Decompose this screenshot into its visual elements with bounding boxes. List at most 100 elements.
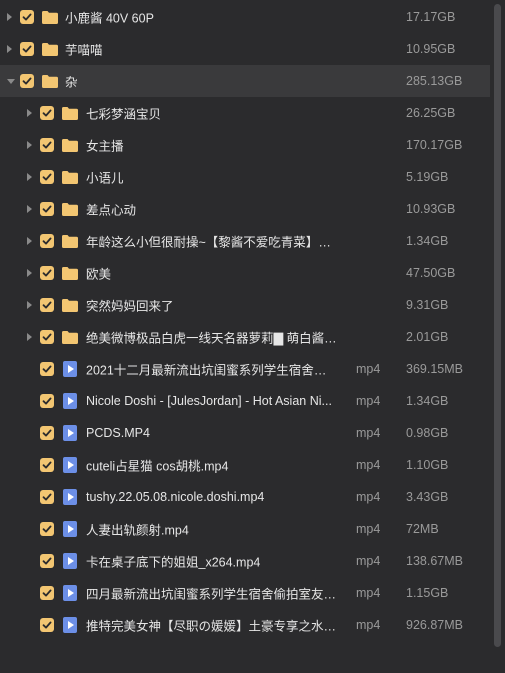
item-size: 10.93GB xyxy=(406,202,456,216)
folder-row[interactable]: 小鹿酱 40V 60P 17.17GB xyxy=(0,1,490,33)
item-name: PCDS.MP4 xyxy=(86,426,150,440)
checkbox[interactable] xyxy=(40,554,54,568)
item-size: 5.19GB xyxy=(406,170,449,184)
caret-right-icon[interactable] xyxy=(27,269,32,277)
checkmark-icon xyxy=(42,269,52,277)
checkmark-icon xyxy=(42,365,52,373)
item-size: 3.43GB xyxy=(406,490,449,504)
caret-right-icon[interactable] xyxy=(27,109,32,117)
checkmark-icon xyxy=(42,301,52,309)
video-file-icon xyxy=(63,585,77,601)
checkbox[interactable] xyxy=(40,266,54,280)
checkbox[interactable] xyxy=(40,106,54,120)
item-name: 绝美微博极品白虎一线天名器萝莉▇ 萌白酱▇ 万... xyxy=(86,331,338,346)
checkbox[interactable] xyxy=(40,330,54,344)
caret-down-icon[interactable] xyxy=(7,79,15,84)
item-type: mp4 xyxy=(356,490,381,504)
item-name: 人妻出轨颜射.mp4 xyxy=(86,523,189,538)
checkmark-icon xyxy=(42,397,52,405)
item-size: 1.15GB xyxy=(406,586,449,600)
file-row[interactable]: 2021十二月最新流出坑闺蜜系列学生宿舍偷拍... mp4 369.15MB xyxy=(0,353,490,385)
folder-row[interactable]: 七彩梦涵宝贝 26.25GB xyxy=(0,97,490,129)
folder-icon xyxy=(61,168,79,186)
file-row[interactable]: Nicole Doshi - [JulesJordan] - Hot Asian… xyxy=(0,385,490,417)
folder-icon xyxy=(61,328,79,346)
item-name: 四月最新流出坑闺蜜系列学生宿舍偷拍室友躲... xyxy=(86,587,338,602)
folder-icon xyxy=(41,8,59,26)
checkbox[interactable] xyxy=(40,618,54,632)
checkbox[interactable] xyxy=(40,586,54,600)
caret-right-icon[interactable] xyxy=(7,45,12,53)
checkbox[interactable] xyxy=(40,138,54,152)
folder-row[interactable]: 小语儿 5.19GB xyxy=(0,161,490,193)
checkbox[interactable] xyxy=(40,394,54,408)
caret-right-icon[interactable] xyxy=(27,333,32,341)
checkbox[interactable] xyxy=(20,74,34,88)
folder-row[interactable]: 年龄这么小但很耐操~【黎酱不爱吃青菜】放... 1.34GB xyxy=(0,225,490,257)
folder-row[interactable]: 杂 285.13GB xyxy=(0,65,490,97)
checkbox[interactable] xyxy=(40,426,54,440)
folder-icon xyxy=(61,296,79,314)
checkbox[interactable] xyxy=(40,170,54,184)
checkbox[interactable] xyxy=(40,458,54,472)
item-size: 47.50GB xyxy=(406,266,456,280)
item-type: mp4 xyxy=(356,394,381,408)
file-row[interactable]: tushy.22.05.08.nicole.doshi.mp4 mp4 3.43… xyxy=(0,481,490,513)
scrollbar-track[interactable] xyxy=(490,0,505,673)
checkbox[interactable] xyxy=(40,490,54,504)
file-row[interactable]: PCDS.MP4 mp4 0.98GB xyxy=(0,417,490,449)
checkbox[interactable] xyxy=(40,234,54,248)
item-size: 926.87MB xyxy=(406,618,463,632)
folder-row[interactable]: 芋喵喵 10.95GB xyxy=(0,33,490,65)
checkmark-icon xyxy=(42,205,52,213)
checkmark-icon xyxy=(42,141,52,149)
folder-icon xyxy=(61,136,79,154)
file-row[interactable]: 四月最新流出坑闺蜜系列学生宿舍偷拍室友躲... mp4 1.15GB xyxy=(0,577,490,609)
checkmark-icon xyxy=(42,109,52,117)
item-name: tushy.22.05.08.nicole.doshi.mp4 xyxy=(86,490,265,504)
checkmark-icon xyxy=(42,429,52,437)
item-name: 小鹿酱 40V 60P xyxy=(65,11,154,26)
caret-right-icon[interactable] xyxy=(27,141,32,149)
folder-icon xyxy=(61,200,79,218)
folder-row[interactable]: 绝美微博极品白虎一线天名器萝莉▇ 萌白酱▇ 万... 2.01GB xyxy=(0,321,490,353)
item-name: 女主播 xyxy=(86,139,124,154)
folder-icon xyxy=(61,232,79,250)
caret-right-icon[interactable] xyxy=(27,173,32,181)
file-row[interactable]: cuteli占星猫 cos胡桃.mp4 mp4 1.10GB xyxy=(0,449,490,481)
item-size: 26.25GB xyxy=(406,106,456,120)
checkbox[interactable] xyxy=(20,10,34,24)
checkbox[interactable] xyxy=(40,202,54,216)
item-type: mp4 xyxy=(356,618,381,632)
caret-right-icon[interactable] xyxy=(7,13,12,21)
video-file-icon xyxy=(63,617,77,633)
checkmark-icon xyxy=(42,557,52,565)
scrollbar-thumb[interactable] xyxy=(494,4,501,647)
folder-row[interactable]: 差点心动 10.93GB xyxy=(0,193,490,225)
caret-right-icon[interactable] xyxy=(27,205,32,213)
folder-icon xyxy=(61,104,79,122)
item-type: mp4 xyxy=(356,458,381,472)
caret-right-icon[interactable] xyxy=(27,301,32,309)
video-file-icon xyxy=(63,521,77,537)
checkbox[interactable] xyxy=(20,42,34,56)
checkbox[interactable] xyxy=(40,298,54,312)
checkmark-icon xyxy=(42,461,52,469)
file-tree: 小鹿酱 40V 60P 17.17GB 芋喵喵 10.95GB 杂 285.13… xyxy=(0,1,490,641)
item-name: 杂 xyxy=(65,75,78,90)
item-size: 17.17GB xyxy=(406,10,456,24)
checkmark-icon xyxy=(22,77,32,85)
item-type: mp4 xyxy=(356,554,381,568)
folder-row[interactable]: 突然妈妈回来了 9.31GB xyxy=(0,289,490,321)
video-file-icon xyxy=(63,425,77,441)
item-name: 2021十二月最新流出坑闺蜜系列学生宿舍偷拍... xyxy=(86,363,338,378)
file-row[interactable]: 人妻出轨颜射.mp4 mp4 72MB xyxy=(0,513,490,545)
folder-row[interactable]: 女主播 170.17GB xyxy=(0,129,490,161)
file-row[interactable]: 推特完美女神【尽职の媛媛】土豪专享之水晶... mp4 926.87MB xyxy=(0,609,490,641)
folder-row[interactable]: 欧美 47.50GB xyxy=(0,257,490,289)
checkbox[interactable] xyxy=(40,522,54,536)
checkbox[interactable] xyxy=(40,362,54,376)
file-row[interactable]: 卡在桌子底下的姐姐_x264.mp4 mp4 138.67MB xyxy=(0,545,490,577)
item-size: 138.67MB xyxy=(406,554,463,568)
caret-right-icon[interactable] xyxy=(27,237,32,245)
